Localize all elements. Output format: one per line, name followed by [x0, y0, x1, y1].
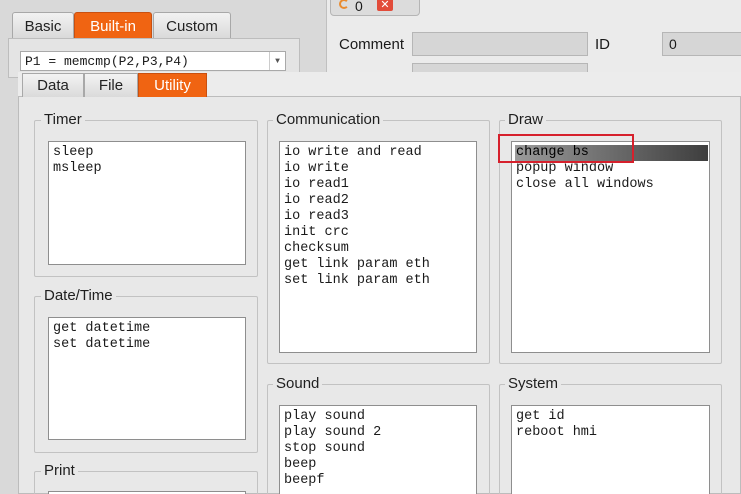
- formula-value: P1 = memcmp(P2,P3,P4): [25, 54, 189, 69]
- id-value: 0: [669, 36, 677, 52]
- communication-list[interactable]: io write and read io write io read1 io r…: [279, 141, 477, 353]
- pin-icon: [339, 0, 349, 9]
- system-list[interactable]: get id reboot hmi: [511, 405, 710, 494]
- list-item[interactable]: beep: [283, 457, 476, 473]
- list-item[interactable]: get id: [515, 409, 709, 425]
- selection-highlight-box: [498, 134, 634, 163]
- object-tab[interactable]: 0 ✕: [330, 0, 420, 16]
- list-item[interactable]: io read1: [283, 177, 476, 193]
- object-tab-label: 0: [355, 0, 363, 14]
- list-item[interactable]: reboot hmi: [515, 425, 709, 441]
- tab-data[interactable]: Data: [22, 73, 84, 97]
- draw-title: Draw: [505, 111, 547, 128]
- communication-title: Communication: [273, 111, 384, 128]
- list-item[interactable]: get link param eth: [283, 257, 476, 273]
- list-item[interactable]: beepf: [283, 473, 476, 489]
- comment-field[interactable]: [412, 32, 588, 56]
- list-item[interactable]: checksum: [283, 241, 476, 257]
- draw-list[interactable]: change bs popup window close all windows: [511, 141, 710, 353]
- id-field[interactable]: 0: [662, 32, 741, 56]
- list-item[interactable]: init crc: [283, 225, 476, 241]
- tab-basic[interactable]: Basic: [12, 12, 74, 40]
- tab-utility[interactable]: Utility: [138, 73, 207, 97]
- list-item[interactable]: io write and read: [283, 145, 476, 161]
- list-item[interactable]: get datetime: [52, 321, 245, 337]
- timer-list[interactable]: sleep msleep: [48, 141, 246, 265]
- list-item[interactable]: play sound 2: [283, 425, 476, 441]
- list-item[interactable]: io read2: [283, 193, 476, 209]
- datetime-list[interactable]: get datetime set datetime: [48, 317, 246, 440]
- tab-built-in[interactable]: Built-in: [74, 12, 152, 40]
- list-item[interactable]: sleep: [52, 145, 245, 161]
- sound-list[interactable]: play sound play sound 2 stop sound beep …: [279, 405, 477, 494]
- tab-file[interactable]: File: [84, 73, 138, 97]
- list-item[interactable]: popup window: [515, 161, 709, 177]
- timer-title: Timer: [41, 111, 85, 128]
- datetime-title: Date/Time: [41, 287, 116, 304]
- close-icon[interactable]: ✕: [377, 0, 393, 11]
- list-item[interactable]: close all windows: [515, 177, 709, 193]
- formula-combobox[interactable]: P1 = memcmp(P2,P3,P4) ▼: [20, 51, 286, 71]
- system-title: System: [505, 375, 562, 392]
- tab-custom[interactable]: Custom: [153, 12, 231, 40]
- print-title: Print: [41, 462, 78, 479]
- list-item[interactable]: msleep: [52, 161, 245, 177]
- list-item[interactable]: set datetime: [52, 337, 245, 353]
- list-item[interactable]: play sound: [283, 409, 476, 425]
- id-label: ID: [595, 36, 610, 53]
- list-item[interactable]: io read3: [283, 209, 476, 225]
- chevron-down-icon[interactable]: ▼: [269, 52, 285, 70]
- list-item[interactable]: set link param eth: [283, 273, 476, 289]
- sound-title: Sound: [273, 375, 323, 392]
- list-item[interactable]: stop sound: [283, 441, 476, 457]
- comment-label: Comment: [339, 36, 405, 53]
- list-item[interactable]: io write: [283, 161, 476, 177]
